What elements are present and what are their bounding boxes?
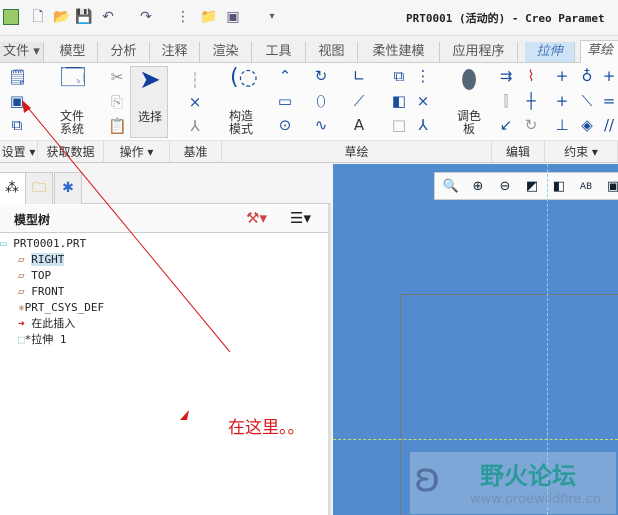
annotation-arrowhead — [22, 100, 31, 113]
annotation-overlay — [22, 100, 231, 420]
annotation-text: 在这里。。 — [228, 418, 305, 438]
annotation-mark — [180, 410, 189, 420]
annotation-arrow-line — [23, 102, 231, 353]
